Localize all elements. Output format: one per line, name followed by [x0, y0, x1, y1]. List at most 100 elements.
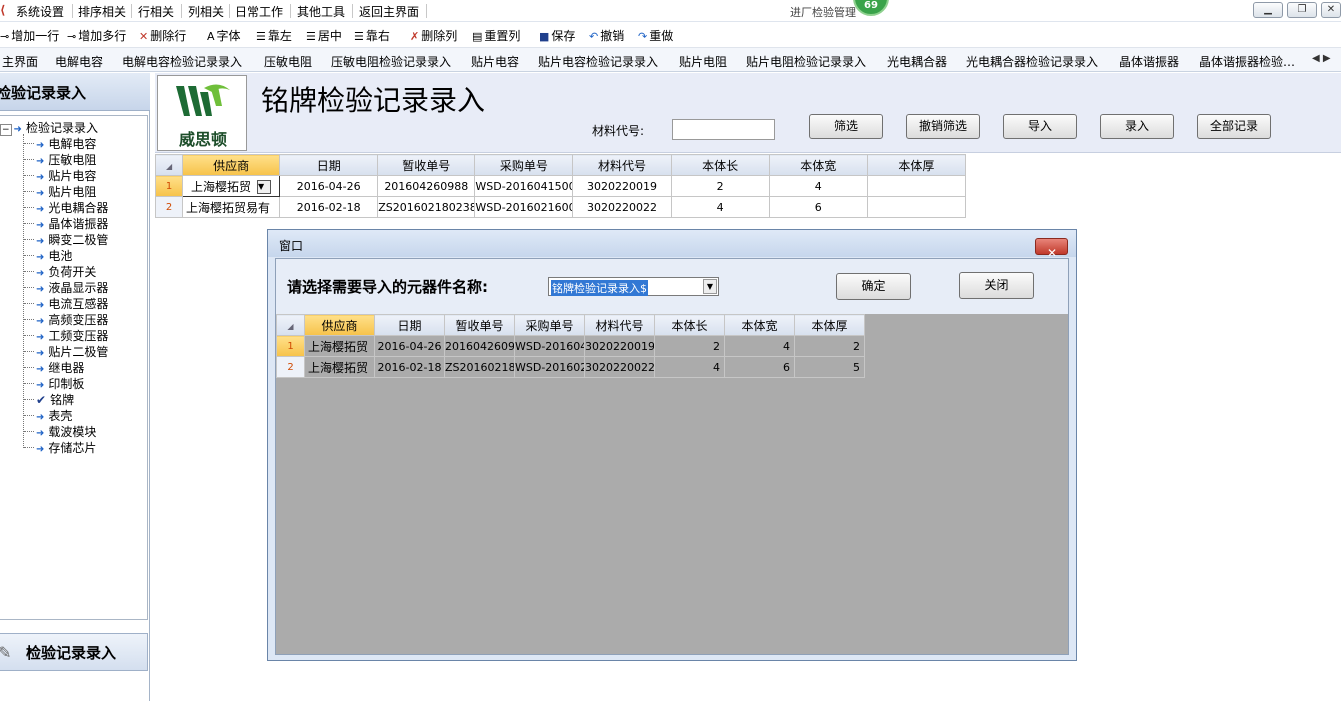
table-cell[interactable]: 3020220022 [584, 356, 655, 378]
dialog-close-label-button[interactable]: 关闭 [959, 272, 1034, 299]
table-cell[interactable]: 2016-02-18 [374, 356, 445, 378]
tab-varistor[interactable]: 压敏电阻 [264, 53, 312, 70]
menu-return-main[interactable]: 返回主界面 [359, 3, 419, 20]
table-cell[interactable]: WSD-201604 [514, 335, 585, 357]
tree-item[interactable]: ➜ 晶体谐振器 [36, 215, 108, 231]
table-cell[interactable]: 3020220022 [572, 196, 672, 218]
table-row[interactable]: 1 上海樱拓贸 ▼ 2016-04-26 201604260988 WSD-2016041… [154, 175, 967, 197]
tab-crystal[interactable]: 晶体谐振器 [1119, 53, 1179, 70]
tree-item[interactable]: ➜ 贴片电阻 [36, 183, 96, 199]
column-header[interactable]: 材料代号 [572, 154, 672, 176]
reset-column-button[interactable]: ▤ 重置列 [472, 27, 520, 44]
dialog-ok-button[interactable]: 确定 [836, 273, 911, 300]
table-cell[interactable]: 2 [654, 335, 725, 357]
menu-system-settings[interactable]: 系统设置 [16, 3, 64, 20]
column-header[interactable]: 采购单号 [474, 154, 574, 176]
notification-badge[interactable]: 69 [853, 0, 889, 16]
column-header[interactable]: 日期 [279, 154, 379, 176]
tree-item[interactable]: ➜ 载波模块 [36, 423, 96, 439]
entry-button[interactable]: 录入 [1100, 114, 1174, 139]
column-header[interactable]: 日期 [374, 314, 445, 336]
tree-item[interactable]: ➜ 压敏电阻 [36, 151, 96, 167]
column-header[interactable]: 供应商 [304, 314, 375, 336]
tree-item[interactable]: ➜ 印制板 [36, 375, 84, 391]
align-center-button[interactable]: ☰ 居中 [306, 27, 342, 44]
align-right-button[interactable]: ☰ 靠右 [354, 27, 390, 44]
table-row[interactable]: 2 上海樱拓贸易有 2016-02-18 ZS201602180238 WSD-2016… [154, 196, 967, 218]
column-header[interactable]: 供应商 [182, 154, 281, 176]
tree-item[interactable]: ➜ 电池 [36, 247, 72, 263]
tree-item[interactable]: ➜ 贴片二极管 [36, 343, 108, 359]
table-cell[interactable]: 4 [768, 175, 868, 197]
row-number[interactable]: 2 [276, 356, 305, 378]
align-left-button[interactable]: ☰ 靠左 [256, 27, 292, 44]
menu-sort[interactable]: 排序相关 [78, 3, 126, 20]
close-window-button[interactable]: ✕ [1321, 2, 1341, 18]
all-records-button[interactable]: 全部记录 [1197, 114, 1271, 139]
tree-item[interactable]: ➜ 电解电容 [36, 135, 96, 151]
chevron-left-icon[interactable]: ◀ [1312, 53, 1320, 64]
table-cell[interactable] [866, 196, 967, 218]
tab-scroll-arrows[interactable]: ◀ ▶ [1312, 53, 1331, 64]
table-cell[interactable]: 2016042609 [444, 335, 515, 357]
tree-item[interactable]: ✔ 铭牌 [36, 391, 74, 407]
tab-chip-resistor[interactable]: 贴片电阻 [679, 53, 727, 70]
tree-item[interactable]: ➜ 表壳 [36, 407, 72, 423]
table-cell[interactable]: 2016-04-26 [279, 175, 379, 197]
table-cell[interactable]: 上海樱拓贸 ▼ [182, 175, 281, 197]
column-header[interactable]: 暂收单号 [444, 314, 515, 336]
undo-button[interactable]: ↶ 撤销 [589, 27, 624, 44]
row-number[interactable]: 2 [154, 196, 184, 218]
menu-row[interactable]: 行相关 [138, 3, 174, 20]
row-number[interactable]: 1 [154, 175, 184, 197]
redo-button[interactable]: ↷ 重做 [638, 27, 673, 44]
table-cell[interactable]: 3020220019 [584, 335, 655, 357]
collapse-icon[interactable]: − [0, 124, 12, 136]
tab-chip-capacitor[interactable]: 贴片电容 [471, 53, 519, 70]
column-header[interactable]: 本体厚 [794, 314, 865, 336]
chevron-down-icon[interactable]: ▼ [257, 180, 272, 194]
chevron-right-icon[interactable]: ▶ [1323, 53, 1331, 64]
column-header[interactable]: 本体宽 [768, 154, 868, 176]
table-cell[interactable]: WSD-2016041500 [474, 175, 574, 197]
tree-item[interactable]: ➜ 瞬变二极管 [36, 231, 108, 247]
tree-item[interactable]: ➜ 存储芯片 [36, 439, 96, 455]
tree-item[interactable]: ➜ 负荷开关 [36, 263, 96, 279]
table-row[interactable]: 1 上海樱拓贸 2016-04-26 2016042609 WSD-201604 3020… [276, 335, 865, 357]
table-cell[interactable]: 上海樱拓贸 [304, 356, 375, 378]
font-button[interactable]: A 字体 [207, 27, 241, 44]
table-cell[interactable]: 6 [768, 196, 868, 218]
menu-daily-work[interactable]: 日常工作 [235, 3, 283, 20]
material-code-input[interactable] [672, 119, 775, 140]
table-cell[interactable]: 上海樱拓贸易有 [182, 196, 281, 218]
table-cell[interactable] [866, 175, 967, 197]
grid-corner[interactable]: ◢ [276, 314, 305, 336]
maximize-button[interactable]: ❐ [1287, 2, 1317, 18]
table-cell[interactable]: 2 [794, 335, 865, 357]
column-header[interactable]: 材料代号 [584, 314, 655, 336]
column-header[interactable]: 暂收单号 [377, 154, 476, 176]
table-cell[interactable]: 6 [724, 356, 795, 378]
table-cell[interactable]: ZS201602180238 [377, 196, 476, 218]
tree-item[interactable]: ➜ 高频变压器 [36, 311, 108, 327]
tree-root[interactable]: − ➜ 检验记录录入 [0, 119, 98, 136]
delete-column-button[interactable]: ✗ 删除列 [410, 27, 457, 44]
tree-item[interactable]: ➜ 工频变压器 [36, 327, 108, 343]
menu-column[interactable]: 列相关 [188, 3, 224, 20]
tree-item[interactable]: ➜ 继电器 [36, 359, 84, 375]
import-button[interactable]: 导入 [1003, 114, 1077, 139]
tab-optocoupler[interactable]: 光电耦合器 [887, 53, 947, 70]
save-button[interactable]: ■ 保存 [539, 27, 575, 44]
tab-electrolytic-capacitor[interactable]: 电解电容 [55, 53, 103, 70]
tab-crystal-entry[interactable]: 晶体谐振器检验… [1199, 53, 1295, 70]
component-name-select[interactable]: 铭牌检验记录录入$ ▼ [548, 277, 719, 296]
table-cell[interactable]: WSD-2016021600 [474, 196, 574, 218]
left-panel-footer[interactable]: ✎ 检验记录录入 [0, 633, 148, 671]
table-cell[interactable]: 4 [670, 196, 770, 218]
minimize-button[interactable]: ▁ [1253, 2, 1283, 18]
chevron-down-icon[interactable]: ▼ [703, 279, 717, 294]
tab-optocoupler-entry[interactable]: 光电耦合器检验记录录入 [966, 53, 1098, 70]
table-cell[interactable]: ZS20160218 [444, 356, 515, 378]
tab-chip-resistor-entry[interactable]: 贴片电阻检验记录录入 [746, 53, 866, 70]
tab-chip-capacitor-entry[interactable]: 贴片电容检验记录录入 [538, 53, 658, 70]
